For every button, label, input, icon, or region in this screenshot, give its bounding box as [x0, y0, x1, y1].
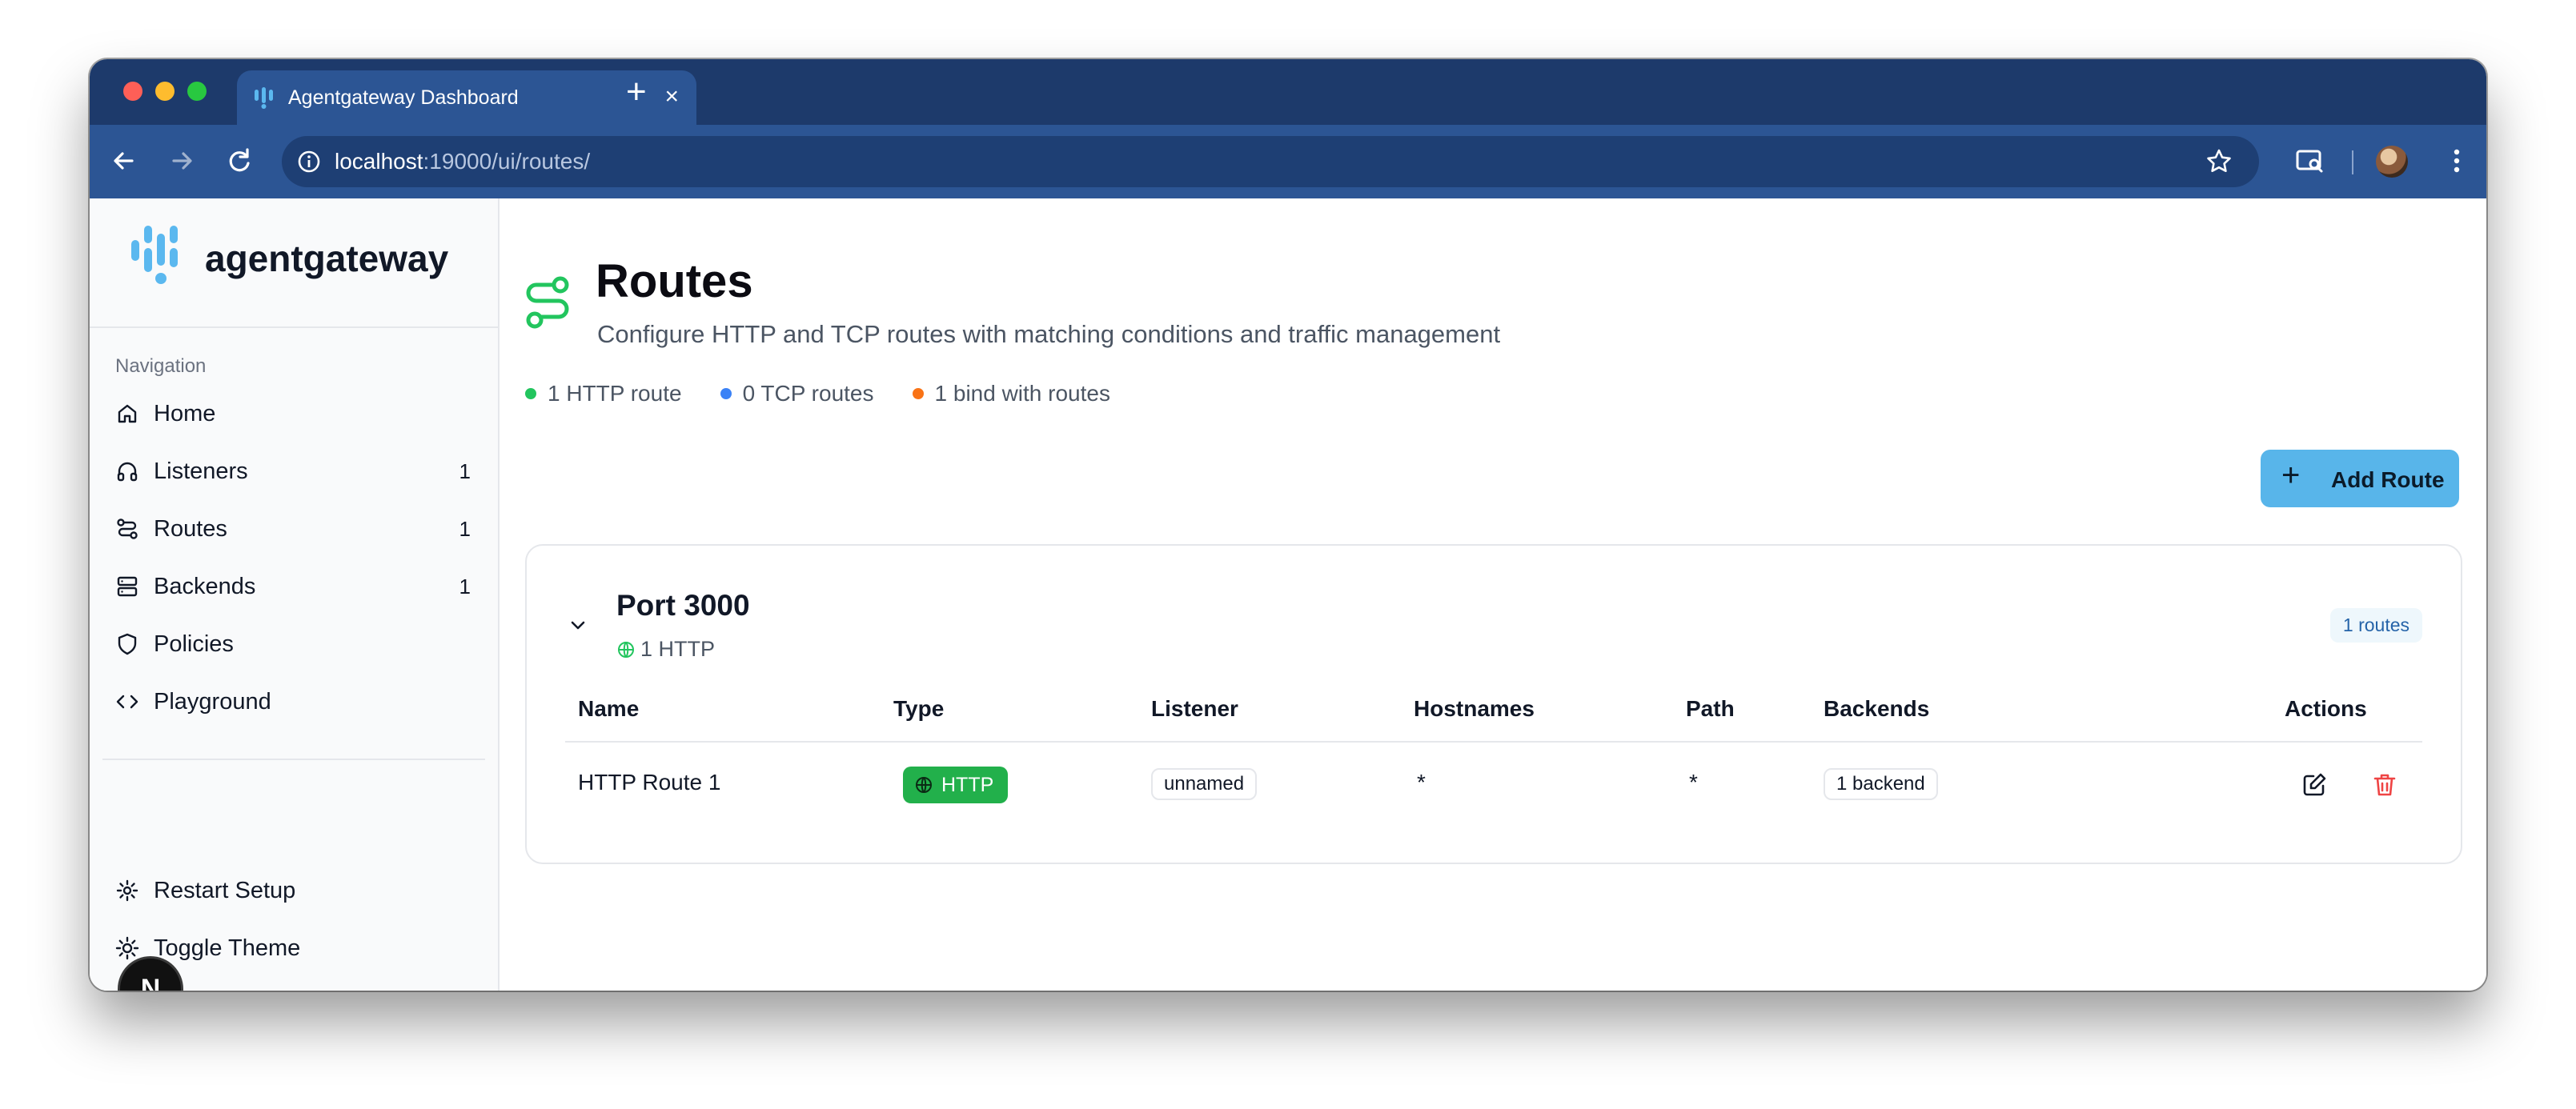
sidebar-item-count: 1 [459, 517, 471, 541]
route-name: HTTP Route 1 [578, 770, 721, 795]
globe-icon [916, 777, 932, 793]
url-path: :19000/ui/routes/ [423, 149, 591, 174]
restart-setup-label: Restart Setup [154, 878, 296, 903]
sidebar-item-listeners[interactable]: Listeners 1 [102, 446, 485, 496]
chevron-down-icon[interactable] [567, 615, 589, 637]
headphones-icon [117, 462, 138, 482]
app-root: agentgateway Navigation Home Listeners 1… [90, 198, 2486, 991]
column-header-actions: Actions [2285, 696, 2367, 721]
route-stats: 1 HTTP route 0 TCP routes 1 bind with ro… [525, 381, 1110, 406]
edit-icon[interactable] [2301, 771, 2328, 799]
sidebar: agentgateway Navigation Home Listeners 1… [90, 198, 500, 991]
blue-dot-icon [720, 388, 732, 399]
column-header-hostnames: Hostnames [1414, 696, 1535, 721]
tab-close-icon[interactable]: × [664, 83, 679, 110]
orange-dot-icon [912, 388, 924, 399]
agentgateway-favicon-icon [255, 87, 273, 109]
port-title: Port 3000 [616, 589, 750, 622]
hostnames-value: * [1417, 770, 1426, 795]
page-title: Routes [596, 255, 753, 307]
add-route-label: Add Route [2331, 467, 2445, 492]
column-header-path: Path [1686, 696, 1735, 721]
sun-icon [115, 936, 139, 960]
sidebar-item-label: Home [154, 401, 216, 426]
sidebar-item-label: Playground [154, 689, 271, 715]
shield-icon [118, 633, 137, 655]
plus-icon: + [2281, 458, 2301, 493]
gear-icon [116, 879, 138, 902]
sidebar-divider [102, 759, 485, 760]
url-host: localhost [335, 149, 423, 174]
route-icon [526, 276, 569, 329]
server-icon [117, 576, 138, 597]
close-window-button[interactable] [123, 82, 142, 101]
backends-badge: 1 backend [1824, 768, 1938, 800]
sidebar-item-label: Backends [154, 574, 256, 599]
nav-heading: Navigation [115, 355, 207, 377]
more-menu-icon[interactable] [2438, 142, 2475, 179]
maximize-window-button[interactable] [187, 82, 207, 101]
forward-arrow-icon[interactable] [163, 142, 200, 179]
port-protocol-summary: 1 HTTP [640, 637, 716, 661]
column-header-name: Name [578, 696, 640, 721]
stat-http-routes: 1 HTTP route [525, 381, 682, 406]
sidebar-item-home[interactable]: Home [102, 389, 485, 438]
globe-icon [618, 641, 634, 658]
tab-title: Agentgateway Dashboard [288, 86, 519, 109]
browser-window: Agentgateway Dashboard × + localhost:190… [90, 59, 2486, 991]
home-icon [118, 404, 137, 423]
column-header-backends: Backends [1824, 696, 1930, 721]
bookmark-star-icon[interactable] [2203, 146, 2235, 178]
port-group-card: Port 3000 1 HTTP 1 routes Name Type List… [525, 544, 2462, 864]
routes-count-badge: 1 routes [2329, 608, 2422, 643]
stat-tcp-routes: 0 TCP routes [720, 381, 874, 406]
type-badge-http: HTTP [903, 767, 1009, 803]
new-tab-button[interactable]: + [626, 72, 647, 112]
sidebar-item-backends[interactable]: Backends 1 [102, 562, 485, 611]
listener-badge: unnamed [1151, 768, 1258, 800]
sidebar-item-count: 1 [459, 575, 471, 599]
sidebar-item-label: Policies [154, 631, 234, 657]
address-bar[interactable]: localhost:19000/ui/routes/ [282, 136, 2259, 187]
site-info-icon[interactable] [295, 147, 323, 176]
stat-text: 0 TCP routes [742, 381, 874, 406]
agentgateway-logo-icon [131, 226, 178, 284]
stat-binds: 1 bind with routes [912, 381, 1110, 406]
minimize-window-button[interactable] [155, 82, 175, 101]
browser-toolbar: localhost:19000/ui/routes/ [90, 125, 2486, 198]
restart-setup-button[interactable]: Restart Setup [102, 866, 485, 915]
page-subtitle: Configure HTTP and TCP routes with match… [597, 320, 1501, 348]
column-header-listener: Listener [1151, 696, 1238, 721]
stat-text: 1 bind with routes [934, 381, 1110, 406]
toggle-theme-label: Toggle Theme [154, 935, 301, 961]
code-icon [116, 695, 138, 709]
profile-avatar[interactable] [2376, 146, 2408, 178]
reload-icon[interactable] [221, 142, 258, 179]
sidebar-divider [90, 326, 498, 328]
type-label: HTTP [941, 773, 994, 796]
cast-search-icon[interactable] [2291, 142, 2328, 179]
stat-text: 1 HTTP route [548, 381, 682, 406]
column-header-type: Type [893, 696, 945, 721]
url-text[interactable]: localhost:19000/ui/routes/ [335, 149, 590, 174]
sidebar-item-routes[interactable]: Routes 1 [102, 504, 485, 554]
main-content: Routes Configure HTTP and TCP routes wit… [500, 198, 2486, 991]
path-value: * [1689, 770, 1698, 795]
sidebar-item-count: 1 [459, 459, 471, 483]
green-dot-icon [525, 388, 536, 399]
brand-name: agentgateway [205, 238, 449, 279]
add-route-button[interactable]: + Add Route [2261, 450, 2459, 507]
sidebar-item-label: Listeners [154, 458, 248, 484]
sidebar-item-label: Routes [154, 516, 227, 542]
tab-strip: Agentgateway Dashboard × + [90, 59, 2486, 125]
table-header-divider [565, 741, 2422, 743]
route-icon [117, 518, 138, 539]
port-subtitle: 1 HTTP [616, 637, 715, 662]
sidebar-item-playground[interactable]: Playground [102, 677, 485, 727]
back-arrow-icon[interactable] [106, 142, 142, 179]
sidebar-item-policies[interactable]: Policies [102, 619, 485, 669]
toolbar-divider [2352, 150, 2353, 174]
trash-icon[interactable] [2371, 771, 2398, 799]
